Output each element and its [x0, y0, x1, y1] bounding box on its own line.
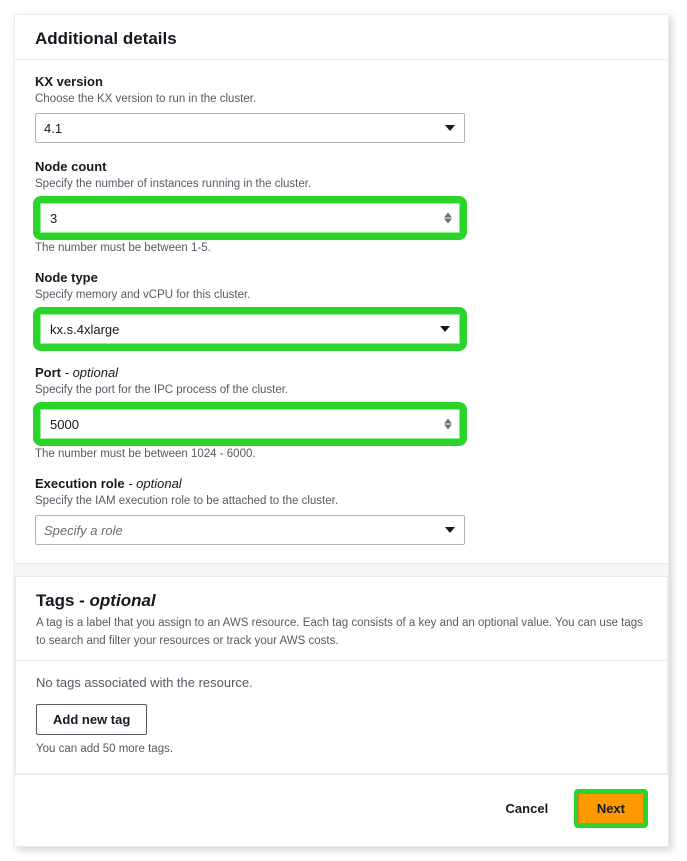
node-type-value: kx.s.4xlarge	[50, 322, 119, 337]
stepper-icon	[444, 419, 452, 430]
kx-version-field: KX version Choose the KX version to run …	[35, 74, 648, 143]
next-button-highlight: Next	[574, 789, 648, 828]
node-count-input[interactable]: 3	[42, 205, 458, 231]
panel-header: Additional details	[15, 15, 668, 59]
node-count-field: Node count Specify the number of instanc…	[35, 159, 648, 254]
tags-hint: You can add 50 more tags.	[36, 743, 647, 755]
execution-role-select[interactable]: Specify a role	[35, 515, 465, 545]
form-page: Additional details KX version Choose the…	[14, 14, 669, 847]
tags-header: Tags - optional A tag is a label that yo…	[16, 577, 667, 660]
stepper-icon	[444, 213, 452, 224]
port-hint: The number must be between 1024 - 6000.	[35, 448, 648, 460]
tags-body: No tags associated with the resource. Ad…	[16, 660, 667, 773]
panel-gap	[15, 564, 668, 576]
kx-version-select-wrap: 4.1	[35, 113, 465, 143]
execution-role-placeholder: Specify a role	[44, 523, 123, 538]
additional-details-panel: Additional details KX version Choose the…	[15, 15, 668, 564]
tags-title: Tags - optional	[36, 591, 647, 611]
node-count-highlight: 3	[35, 198, 465, 238]
kx-version-desc: Choose the KX version to run in the clus…	[35, 91, 648, 107]
next-button[interactable]: Next	[578, 793, 644, 824]
node-type-label: Node type	[35, 270, 648, 285]
no-tags-text: No tags associated with the resource.	[36, 675, 647, 690]
node-count-hint: The number must be between 1-5.	[35, 242, 648, 254]
kx-version-select[interactable]: 4.1	[35, 113, 465, 143]
port-label: Port - optional	[35, 365, 648, 380]
execution-role-label: Execution role - optional	[35, 476, 648, 491]
kx-version-value: 4.1	[44, 121, 62, 136]
execution-role-select-wrap: Specify a role	[35, 515, 465, 545]
panel-body: KX version Choose the KX version to run …	[15, 60, 668, 563]
port-input[interactable]: 5000	[42, 411, 458, 437]
node-type-field: Node type Specify memory and vCPU for th…	[35, 270, 648, 349]
node-type-select[interactable]: kx.s.4xlarge	[42, 316, 458, 342]
tags-desc: A tag is a label that you assign to an A…	[36, 615, 647, 650]
node-count-label: Node count	[35, 159, 648, 174]
execution-role-field: Execution role - optional Specify the IA…	[35, 476, 648, 545]
execution-role-desc: Specify the IAM execution role to be att…	[35, 493, 648, 509]
port-value: 5000	[50, 417, 79, 432]
add-new-tag-button[interactable]: Add new tag	[36, 704, 147, 735]
port-field: Port - optional Specify the port for the…	[35, 365, 648, 460]
node-count-value: 3	[50, 211, 57, 226]
port-highlight: 5000	[35, 404, 465, 444]
additional-details-title: Additional details	[35, 29, 648, 49]
port-desc: Specify the port for the IPC process of …	[35, 382, 648, 398]
tags-panel: Tags - optional A tag is a label that yo…	[15, 576, 668, 774]
cancel-button[interactable]: Cancel	[492, 793, 563, 824]
wizard-footer: Cancel Next	[15, 774, 668, 846]
node-count-desc: Specify the number of instances running …	[35, 176, 648, 192]
kx-version-label: KX version	[35, 74, 648, 89]
node-type-desc: Specify memory and vCPU for this cluster…	[35, 287, 648, 303]
node-type-highlight: kx.s.4xlarge	[35, 309, 465, 349]
